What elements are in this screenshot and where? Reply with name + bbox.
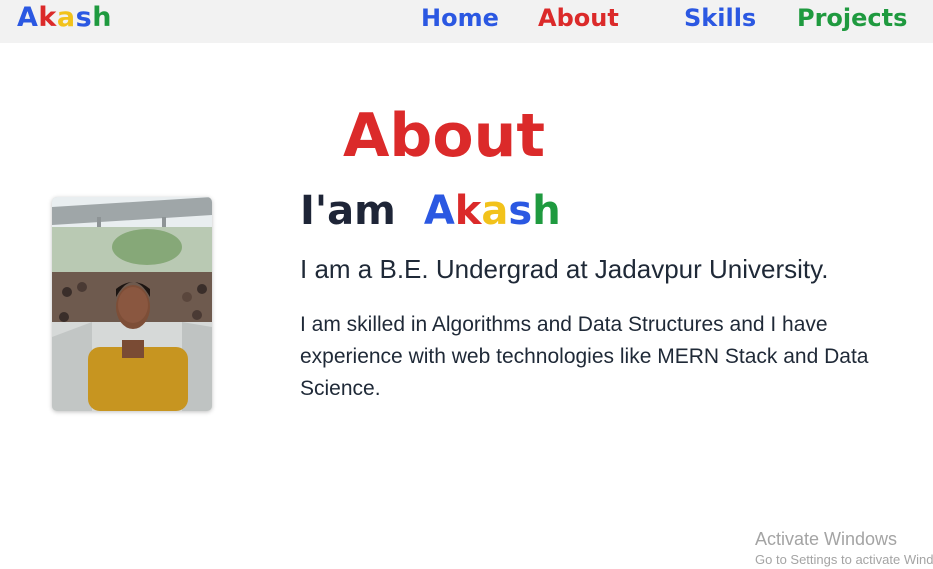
logo-letter: s (75, 2, 93, 33)
name-letter: k (454, 188, 482, 234)
name-letter: A (423, 188, 455, 234)
nav-link-skills[interactable]: Skills (684, 2, 756, 34)
nav-link-about[interactable]: About (538, 2, 619, 34)
site-logo[interactable]: Akash (17, 1, 112, 35)
nav-link-projects[interactable]: Projects (797, 2, 907, 34)
logo-letter: a (56, 2, 76, 33)
logo-letter: h (92, 2, 112, 33)
watermark-title: Activate Windows (755, 529, 898, 549)
logo-letter: k (38, 2, 57, 33)
navbar: Akash Home About Skills Projects (0, 0, 933, 43)
intro-heading: I'am Akash (300, 185, 561, 237)
intro-prefix: I'am (300, 188, 396, 234)
activate-windows-watermark: Activate Windows Go to Settings to activ… (755, 527, 933, 569)
name-letter: h (532, 188, 561, 234)
nav-link-home[interactable]: Home (421, 2, 499, 34)
profile-photo-image (52, 197, 212, 411)
intro-name: Akash (424, 188, 561, 234)
profile-photo (52, 197, 212, 411)
about-description: I am skilled in Algorithms and Data Stru… (300, 313, 869, 400)
name-letter: a (481, 188, 509, 234)
section-title: About (343, 101, 546, 171)
logo-letter: A (17, 2, 39, 33)
name-letter: s (508, 188, 533, 234)
about-subtitle: I am a B.E. Undergrad at Jadavpur Univer… (300, 254, 829, 284)
watermark-subtitle: Go to Settings to activate Windows. (755, 552, 933, 567)
